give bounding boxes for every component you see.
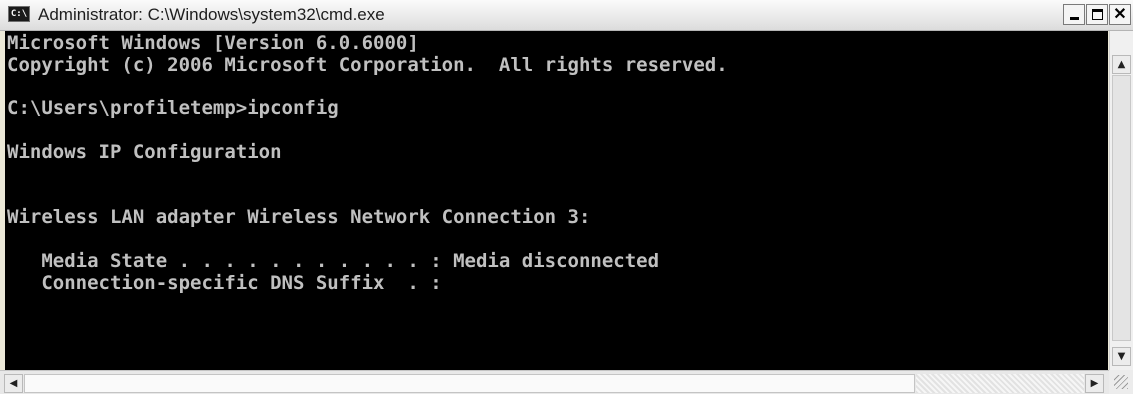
scroll-left-arrow-icon[interactable]: ◀ [4,374,23,393]
title-bar[interactable]: C:\ Administrator: C:\Windows\system32\c… [0,0,1133,31]
console-line: Microsoft Windows [Version 6.0.6000] [7,32,419,54]
close-button[interactable]: ✕ [1109,4,1131,25]
console-line: Windows IP Configuration [7,140,282,163]
minimize-button[interactable] [1063,4,1085,25]
console-line: C:\Users\profiletemp>ipconfig [7,97,339,120]
cmd-window: C:\ Administrator: C:\Windows\system32\c… [0,0,1133,394]
scroll-right-arrow-icon[interactable]: ▶ [1085,374,1104,393]
minimize-icon [1070,17,1079,20]
resize-grip[interactable] [1109,370,1133,394]
console-app-icon[interactable]: C:\ [8,6,30,22]
maximize-button[interactable] [1086,4,1108,25]
horizontal-scrollbar[interactable]: ◀ ▶ [0,370,1109,394]
console-line: Media State . . . . . . . . . . . : Medi… [7,249,660,272]
window-title: Administrator: C:\Windows\system32\cmd.e… [38,5,385,24]
horizontal-scroll-track[interactable] [916,374,1084,393]
console-text: Microsoft Windows [Version 6.0.6000] Cop… [5,31,1108,295]
horizontal-scroll-thumb[interactable] [24,374,915,393]
maximize-icon [1092,9,1103,20]
console-output[interactable]: Microsoft Windows [Version 6.0.6000] Cop… [5,31,1108,370]
console-line: Wireless LAN adapter Wireless Network Co… [7,206,591,229]
console-line: Connection-specific DNS Suffix . : [7,271,442,294]
vertical-scroll-track[interactable] [1112,75,1131,341]
close-icon: ✕ [1113,6,1127,23]
scroll-down-arrow-icon[interactable]: ▼ [1112,347,1131,366]
resize-grip-icon [1114,375,1128,389]
vertical-scrollbar[interactable]: ▲ ▼ [1109,31,1133,370]
console-line: Copyright (c) 2006 Microsoft Corporation… [7,53,728,76]
scroll-up-arrow-icon[interactable]: ▲ [1112,55,1131,74]
